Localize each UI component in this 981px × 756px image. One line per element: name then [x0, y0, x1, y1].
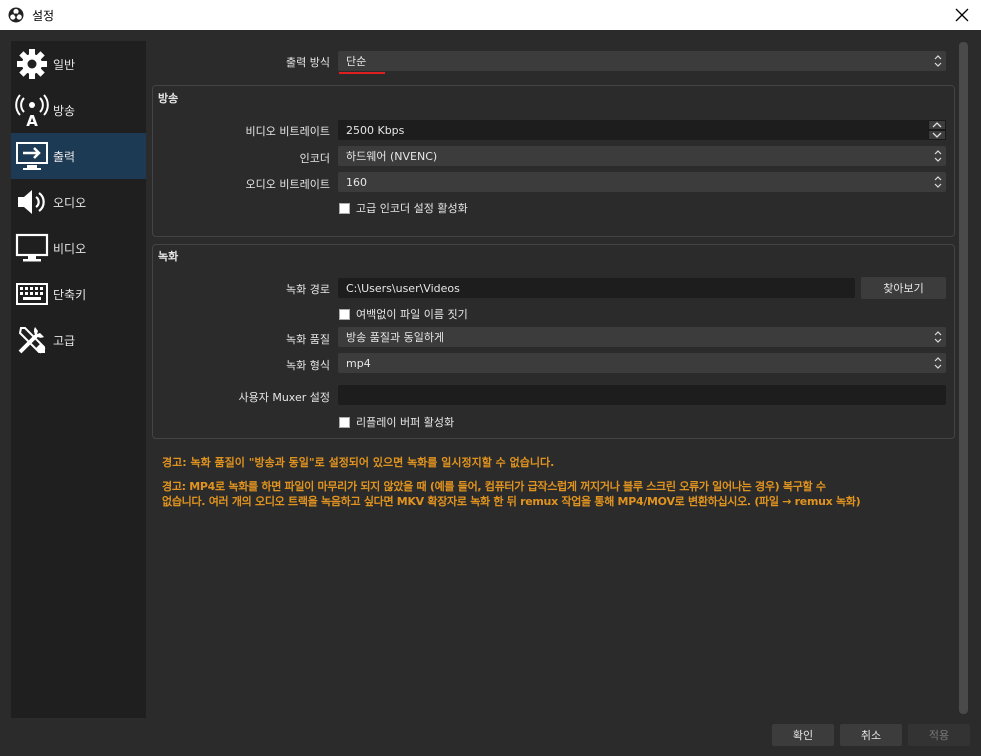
- output-mode-label: 출력 방식: [286, 56, 330, 69]
- settings-sidebar: 일반 A 방송 출력 오디오 비디오 단축키 고급: [11, 41, 146, 718]
- checkbox-box[interactable]: [339, 308, 350, 320]
- sidebar-item-general[interactable]: 일반: [11, 41, 146, 87]
- sidebar-item-label: 오디오: [53, 195, 87, 210]
- spin-down-button[interactable]: [928, 130, 946, 140]
- audio-bitrate-label: 오디오 비트레이트: [245, 178, 330, 191]
- sidebar-item-hotkeys[interactable]: 단축키: [11, 271, 146, 317]
- checkbox-box[interactable]: [339, 416, 350, 428]
- sidebar-item-label: 출력: [53, 149, 76, 164]
- recording-path-label: 녹화 경로: [286, 283, 330, 296]
- audio-bitrate-value: 160: [346, 175, 367, 189]
- recording-path-value: C:\Users\user\Videos: [346, 281, 460, 295]
- checkbox-label: 여백없이 파일 이름 짓기: [356, 308, 468, 321]
- recording-path-input[interactable]: C:\Users\user\Videos: [338, 278, 855, 298]
- apply-button[interactable]: 적용: [908, 724, 970, 746]
- no-space-filename-checkbox[interactable]: 여백없이 파일 이름 짓기: [339, 306, 468, 322]
- recording-format-label: 녹화 형식: [286, 359, 330, 372]
- encoder-select[interactable]: 하드웨어 (NVENC): [338, 146, 946, 166]
- cancel-button[interactable]: 취소: [840, 724, 902, 746]
- output-mode-select[interactable]: 단순: [338, 51, 946, 71]
- recording-format-value: mp4: [346, 356, 371, 370]
- video-bitrate-spinbox[interactable]: 2500 Kbps: [338, 120, 946, 140]
- output-mode-value: 단순: [346, 55, 367, 68]
- close-button[interactable]: [949, 2, 975, 28]
- warning-mp4-line2: 없습니다. 여러 개의 오디오 트랙을 녹음하고 싶다면 MKV 확장자로 녹화…: [162, 495, 861, 508]
- sidebar-item-stream[interactable]: A 방송: [11, 87, 146, 133]
- video-bitrate-label: 비디오 비트레이트: [245, 125, 330, 138]
- recording-quality-value: 방송 품질과 동일하게: [346, 331, 445, 344]
- checkbox-box[interactable]: [339, 202, 350, 214]
- monitor-icon: [15, 231, 49, 265]
- replay-buffer-checkbox[interactable]: 리플레이 버퍼 활성화: [339, 414, 454, 430]
- updown-chevron-icon: [934, 55, 942, 67]
- sidebar-item-label: 고급: [53, 333, 76, 348]
- sidebar-item-audio[interactable]: 오디오: [11, 179, 146, 225]
- warning-mp4-line1: 경고: MP4로 녹화를 하면 파일이 마무리가 되지 않았을 때 (예를 들어…: [162, 480, 826, 493]
- warning-pause: 경고: 녹화 품질이 "방송과 동일"로 설정되어 있으면 녹화를 일시정지할 …: [162, 456, 555, 469]
- updown-chevron-icon: [934, 176, 942, 188]
- muxer-input[interactable]: [338, 385, 946, 405]
- gear-icon: [15, 47, 49, 81]
- checkbox-label: 고급 인코더 설정 활성화: [356, 202, 468, 215]
- sidebar-item-label: 방송: [53, 103, 76, 118]
- video-bitrate-value: 2500 Kbps: [346, 123, 405, 137]
- sidebar-item-video[interactable]: 비디오: [11, 225, 146, 271]
- browse-button[interactable]: 찾아보기: [861, 277, 946, 299]
- keyboard-icon: [15, 277, 49, 311]
- audio-bitrate-select[interactable]: 160: [338, 172, 946, 192]
- sidebar-item-label: 단축키: [53, 287, 87, 302]
- close-icon: [955, 8, 969, 22]
- encoder-label: 인코더: [299, 152, 330, 165]
- recording-quality-label: 녹화 품질: [286, 333, 330, 346]
- updown-chevron-icon: [934, 357, 942, 369]
- stream-group-title: 방송: [158, 92, 179, 105]
- red-underline-mark: [339, 72, 385, 74]
- scrollbar-thumb[interactable]: [959, 42, 968, 714]
- title-bar: 설정: [0, 0, 981, 30]
- tools-icon: [15, 323, 49, 357]
- chevron-down-icon: [932, 132, 942, 138]
- checkbox-label: 리플레이 버퍼 활성화: [356, 416, 455, 429]
- encoder-value: 하드웨어 (NVENC): [346, 150, 438, 163]
- ok-button[interactable]: 확인: [772, 724, 834, 746]
- speaker-icon: [15, 185, 49, 219]
- window-title: 설정: [32, 8, 55, 23]
- spin-up-button[interactable]: [928, 120, 946, 130]
- muxer-label: 사용자 Muxer 설정: [238, 391, 330, 404]
- svg-text:A: A: [26, 112, 38, 127]
- sidebar-item-label: 비디오: [53, 241, 87, 256]
- sidebar-item-output[interactable]: 출력: [11, 133, 146, 179]
- advanced-encoder-checkbox[interactable]: 고급 인코더 설정 활성화: [339, 200, 468, 216]
- recording-group-title: 녹화: [158, 250, 179, 263]
- output-icon: [15, 139, 49, 173]
- broadcast-icon: A: [15, 93, 49, 127]
- updown-chevron-icon: [934, 150, 942, 162]
- content-scrollbar[interactable]: [958, 42, 969, 714]
- updown-chevron-icon: [934, 331, 942, 343]
- obs-logo-icon: [8, 7, 24, 23]
- recording-quality-select[interactable]: 방송 품질과 동일하게: [338, 327, 946, 347]
- chevron-up-icon: [932, 122, 942, 128]
- sidebar-item-label: 일반: [53, 57, 76, 72]
- sidebar-item-advanced[interactable]: 고급: [11, 317, 146, 363]
- recording-format-select[interactable]: mp4: [338, 353, 946, 373]
